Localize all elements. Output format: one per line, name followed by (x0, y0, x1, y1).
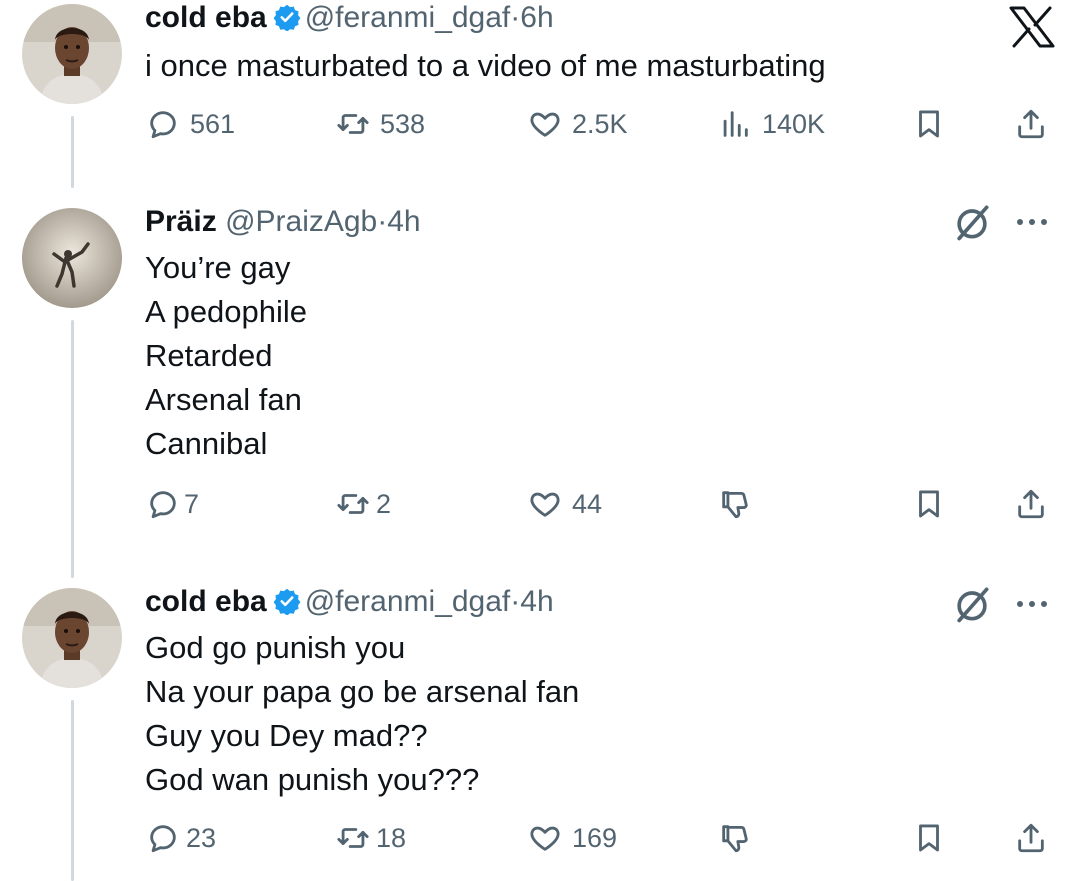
author-name[interactable]: Präiz (145, 205, 217, 238)
tweet-text: You’re gay A pedophile Retarded Arsenal … (145, 246, 307, 466)
repost-count: 538 (380, 108, 426, 139)
tweet-text-line: Arsenal fan (145, 382, 302, 417)
tweet-text-line: God wan punish you??? (145, 762, 480, 797)
thumbs-down-icon (722, 825, 748, 853)
repost-button[interactable]: 18 (336, 816, 406, 860)
author-name[interactable]: cold eba (145, 1, 267, 34)
bookmark-icon (919, 490, 939, 518)
reply-count: 23 (186, 822, 217, 853)
repost-icon (337, 828, 369, 848)
tweet-text-line: God go punish you (145, 630, 406, 665)
share-button[interactable] (1014, 102, 1048, 146)
author-handle[interactable]: @feranmi_dgaf (305, 1, 511, 34)
downvote-button[interactable] (718, 816, 752, 860)
more-options-icon[interactable] (1012, 212, 1052, 232)
repost-icon (337, 114, 369, 134)
tweet-text-line: You’re gay (145, 250, 291, 285)
reply-button[interactable]: 7 (146, 482, 199, 526)
like-count: 169 (572, 822, 618, 853)
bookmark-button[interactable] (912, 102, 946, 146)
heart-icon (530, 112, 560, 137)
share-icon (1018, 109, 1044, 139)
timestamp[interactable]: 4h (387, 205, 420, 238)
separator-dot: · (377, 205, 388, 238)
tweet-text-line: Cannibal (145, 426, 268, 461)
downvote-button[interactable] (718, 482, 752, 526)
tweet-corner-actions (950, 582, 1052, 626)
reply-icon (150, 491, 176, 519)
bookmark-button[interactable] (912, 482, 946, 526)
repost-button[interactable]: 538 (336, 102, 425, 146)
x-logo-icon[interactable] (1008, 6, 1056, 48)
repost-count: 2 (376, 488, 392, 519)
like-button[interactable]: 169 (528, 816, 617, 860)
avatar[interactable] (22, 588, 122, 688)
reply-count: 561 (190, 108, 236, 139)
views-count: 140K (762, 108, 826, 139)
action-bar: 561 538 2.5K 140K (0, 102, 1080, 146)
separator-dot: · (510, 585, 521, 618)
share-icon (1018, 823, 1044, 853)
tweet-text: God go punish you Na your papa go be ars… (145, 626, 579, 802)
separator-dot: · (510, 1, 521, 34)
tweet-corner-actions (950, 200, 1052, 244)
heart-icon (530, 492, 560, 517)
heart-icon (530, 826, 560, 851)
bookmark-icon (919, 110, 939, 138)
repost-button[interactable]: 2 (336, 482, 391, 526)
tweet-text-line: Guy you Dey mad?? (145, 718, 428, 753)
views-chart-icon (723, 111, 748, 137)
views-button[interactable]: 140K (718, 102, 825, 146)
repost-count: 18 (376, 822, 407, 853)
more-options-icon[interactable] (1012, 594, 1052, 614)
timestamp[interactable]: 4h (520, 585, 553, 618)
action-bar: 23 18 169 (0, 816, 1080, 860)
like-button[interactable]: 44 (528, 482, 602, 526)
avatar[interactable] (22, 208, 122, 308)
tweet-header: cold eba @feranmi_dgaf·6h (145, 0, 554, 36)
share-button[interactable] (1014, 816, 1048, 860)
thumbs-down-icon (722, 491, 748, 519)
tweet-text-line: i once masturbated to a video of me mast… (145, 48, 826, 83)
grok-icon[interactable] (950, 582, 994, 626)
avatar[interactable] (22, 4, 122, 104)
tweet-text-line: Na your papa go be arsenal fan (145, 674, 580, 709)
reply-button[interactable]: 561 (146, 102, 235, 146)
author-handle[interactable]: @feranmi_dgaf (305, 585, 511, 618)
repost-icon (337, 494, 369, 514)
tweet-header: cold eba @feranmi_dgaf·4h (145, 584, 554, 620)
tweet-text-line: Retarded (145, 338, 273, 373)
reply-icon (150, 111, 176, 139)
bookmark-icon (919, 824, 939, 852)
like-count: 44 (572, 488, 603, 519)
like-count: 2.5K (572, 108, 628, 139)
grok-icon[interactable] (950, 200, 994, 244)
share-icon (1018, 489, 1044, 519)
tweet-header: Präiz @PraizAgb·4h (145, 204, 421, 240)
reply-icon (150, 825, 176, 853)
share-button[interactable] (1014, 482, 1048, 526)
tweet-text: i once masturbated to a video of me mast… (145, 44, 826, 88)
timestamp[interactable]: 6h (520, 1, 553, 34)
like-button[interactable]: 2.5K (528, 102, 628, 146)
bookmark-button[interactable] (912, 816, 946, 860)
tweet-text-line: A pedophile (145, 294, 308, 329)
action-bar: 7 2 44 (0, 482, 1080, 526)
thread-line (71, 320, 74, 578)
verified-badge-icon (273, 588, 301, 615)
author-handle[interactable]: @PraizAgb (225, 205, 377, 238)
author-name[interactable]: cold eba (145, 585, 267, 618)
reply-count: 7 (184, 488, 200, 519)
verified-badge-icon (273, 4, 301, 31)
reply-button[interactable]: 23 (146, 816, 216, 860)
